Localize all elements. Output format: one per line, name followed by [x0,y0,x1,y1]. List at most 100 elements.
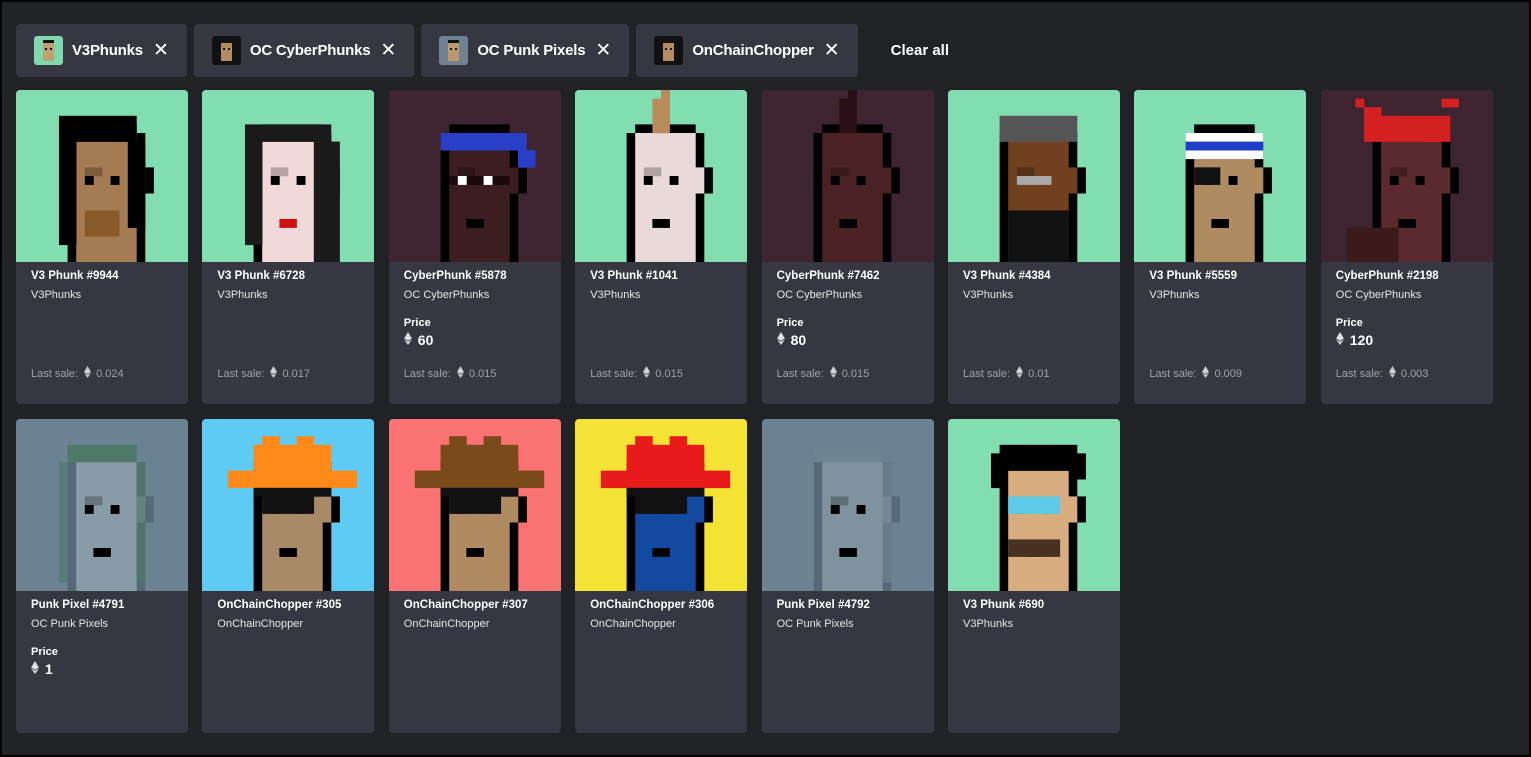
nft-card[interactable]: OnChainChopper #305 OnChainChopper [202,419,375,733]
nft-collection: OC Punk Pixels [776,618,854,630]
last-sale-label: Last sale: [403,367,451,380]
price: 120 [1335,332,1485,348]
nft-collection: OC Punk Pixels [31,618,109,630]
nft-collection: OnChainChopper [217,618,304,630]
nft-card[interactable]: V3 Phunk #6728 V3Phunks Last sale: 0.017 [202,90,375,404]
close-icon[interactable]: ✕ [595,41,611,60]
last-sale-label: Last sale: [1149,367,1197,380]
filter-chip-label: OC Punk Pixels [477,41,586,59]
last-sale: Last sale: 0.003 [1335,366,1429,381]
nft-collection: OC CyberPhunks [403,289,490,301]
filter-chip-label: OnChainChopper [692,41,814,59]
nft-card[interactable]: V3 Phunk #690 V3Phunks [948,419,1120,733]
last-sale-value: 0.015 [468,367,497,380]
price-value: 80 [790,332,807,348]
filter-chip[interactable]: V3Phunks ✕ [16,23,187,77]
close-icon[interactable]: ✕ [824,41,840,60]
nft-image [202,90,375,262]
nft-name: V3 Phunk #5559 [1149,270,1237,282]
last-sale-label: Last sale: [217,367,265,380]
last-sale: Last sale: 0.015 [403,366,497,381]
last-sale: Last sale: 0.015 [590,366,683,381]
nft-image [388,90,561,262]
close-icon[interactable]: ✕ [153,41,169,60]
nft-name: OnChainChopper #306 [590,599,715,611]
nft-collection: V3Phunks [590,289,641,301]
nft-name: V3 Phunk #690 [963,599,1045,611]
nft-image [761,419,934,591]
price-label: Price [31,646,58,658]
last-sale: Last sale: 0.009 [1149,366,1242,381]
nft-collection: OC CyberPhunks [1335,289,1422,301]
filter-bar: V3Phunks ✕ OC CyberPhunks ✕ OC Punk Pixe… [16,23,949,77]
nft-card[interactable]: V3 Phunk #5559 V3Phunks Last sale: 0.009 [1134,90,1307,404]
nft-image [575,419,748,591]
nft-collection: V3Phunks [1149,289,1200,301]
nft-image [575,90,748,262]
nft-image [202,419,375,591]
last-sale-label: Last sale: [1335,367,1383,380]
nft-collection: OC CyberPhunks [776,289,863,301]
eth-icon [829,366,837,381]
nft-name: V3 Phunk #9944 [31,270,119,282]
price-label: Price [403,317,431,329]
last-sale-value: 0.003 [1400,367,1429,380]
nft-name: V3 Phunk #4384 [963,270,1051,282]
eth-icon [1202,366,1210,381]
nft-name: OnChainChopper #305 [217,599,342,611]
last-sale-label: Last sale: [31,367,79,380]
nft-card[interactable]: CyberPhunk #2198 OC CyberPhunks Price 120… [1320,90,1493,404]
nft-collection: OnChainChopper [403,618,490,630]
eth-icon [1335,332,1344,348]
filter-chip-label: OC CyberPhunks [249,41,371,59]
nft-name: CyberPhunk #5878 [403,270,507,282]
filter-chip-label: V3Phunks [72,41,143,59]
clear-all-button[interactable]: Clear all [891,42,949,59]
nft-name: OnChainChopper #307 [403,599,528,611]
price-value: 120 [1349,332,1374,348]
last-sale-value: 0.015 [655,367,683,380]
nft-collection: V3Phunks [963,289,1014,301]
eth-icon [643,366,651,381]
nft-card[interactable]: V3 Phunk #9944 V3Phunks Last sale: 0.024 [16,90,188,404]
nft-name: CyberPhunk #2198 [1335,270,1439,282]
last-sale-label: Last sale: [963,367,1011,380]
nft-image [1134,90,1307,262]
nft-card[interactable]: OnChainChopper #307 OnChainChopper [388,419,561,733]
eth-icon [270,366,278,381]
nft-collection: V3Phunks [31,289,82,301]
app-frame: V3Phunks ✕ OC CyberPhunks ✕ OC Punk Pixe… [0,0,1531,757]
nft-name: V3 Phunk #1041 [590,270,678,282]
nft-image [16,419,188,591]
eth-icon [1016,366,1024,381]
nft-card[interactable]: V3 Phunk #1041 V3Phunks Last sale: 0.015 [575,90,748,404]
nft-card[interactable]: OnChainChopper #306 OnChainChopper [575,419,748,733]
nft-name: V3 Phunk #6728 [217,270,305,282]
close-icon[interactable]: ✕ [380,41,396,60]
nft-image [948,419,1120,591]
last-sale-value: 0.01 [1028,367,1050,380]
punk-pixel-thumb-icon [439,35,469,65]
eth-icon [776,332,785,348]
last-sale: Last sale: 0.015 [776,366,869,381]
price-value: 60 [417,332,434,348]
nft-card[interactable]: Punk Pixel #4791 OC Punk Pixels Price 1 [16,419,188,733]
nft-name: CyberPhunk #7462 [776,270,880,282]
nft-collection: V3Phunks [963,618,1014,630]
filter-chip[interactable]: OC CyberPhunks ✕ [193,23,415,77]
last-sale-label: Last sale: [776,367,824,380]
price: 60 [403,332,553,348]
nft-name: Punk Pixel #4792 [776,599,870,611]
last-sale-value: 0.024 [96,367,124,380]
filter-chip[interactable]: OC Punk Pixels ✕ [421,23,630,77]
nft-image [761,90,934,262]
nft-card[interactable]: Punk Pixel #4792 OC Punk Pixels [761,419,934,733]
nft-card[interactable]: V3 Phunk #4384 V3Phunks Last sale: 0.01 [948,90,1120,404]
last-sale-value: 0.017 [282,367,311,380]
price: 1 [31,661,180,677]
last-sale: Last sale: 0.01 [963,366,1050,381]
eth-icon [1388,366,1396,381]
nft-card[interactable]: CyberPhunk #7462 OC CyberPhunks Price 80 L… [761,90,934,404]
filter-chip[interactable]: OnChainChopper ✕ [636,23,858,77]
nft-card[interactable]: CyberPhunk #5878 OC CyberPhunks Price 60 L… [388,90,561,404]
